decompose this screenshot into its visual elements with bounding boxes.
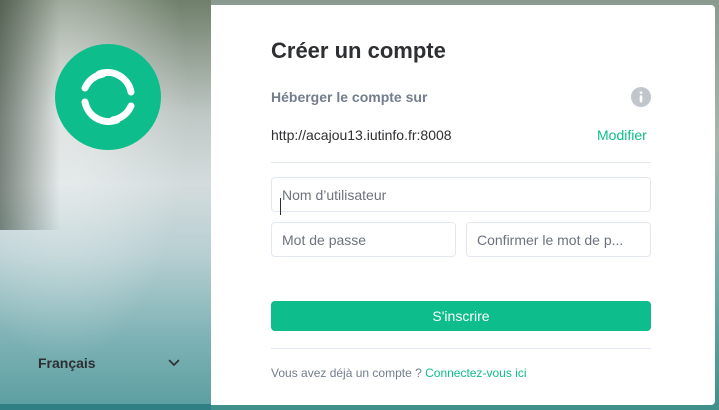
confirm-password-input[interactable]: [466, 222, 651, 257]
text-caret: [280, 198, 281, 215]
language-label: Français: [38, 355, 96, 371]
page-title: Créer un compte: [271, 38, 446, 63]
footer-text: Vous avez déjà un compte ?: [271, 366, 426, 380]
element-logo-icon: [55, 44, 161, 150]
host-label: Héberger le compte sur: [271, 89, 428, 105]
chevron-down-icon: [168, 354, 180, 372]
divider: [271, 162, 651, 163]
divider: [271, 348, 651, 349]
server-url: http://acajou13.iutinfo.fr:8008: [271, 127, 452, 143]
sign-in-link[interactable]: Connectez-vous ici: [425, 366, 526, 380]
register-button[interactable]: S'inscrire: [271, 301, 651, 331]
password-input[interactable]: [271, 222, 456, 257]
language-selector[interactable]: Français: [38, 353, 180, 373]
modify-server-link[interactable]: Modifier: [597, 127, 647, 143]
footer: Vous avez déjà un compte ? Connectez-vou…: [271, 366, 527, 380]
info-icon[interactable]: [631, 87, 651, 107]
registration-panel: Créer un compte Héberger le compte sur h…: [211, 5, 715, 405]
username-input[interactable]: [271, 177, 651, 212]
